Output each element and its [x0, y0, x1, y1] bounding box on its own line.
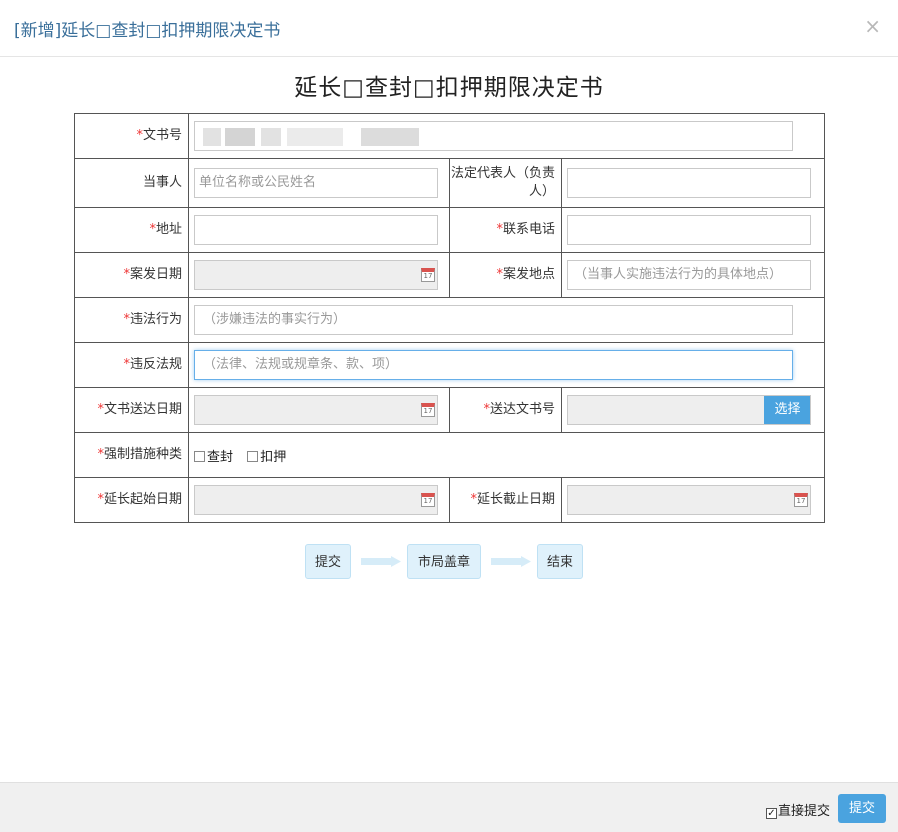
address-input[interactable] — [194, 215, 438, 245]
direct-submit-option[interactable]: ✓ 直接提交 — [765, 800, 830, 819]
modal-title: [新增]延长□查封□扣押期限决定书 — [14, 21, 281, 41]
measure-type-label: *强制措施种类 — [74, 432, 189, 478]
document-title: 延长□查封□扣押期限决定书 — [294, 75, 604, 101]
workflow-step-end: 结束 — [537, 544, 583, 579]
law-violated-input[interactable]: （法律、法规或规章条、款、项） — [194, 350, 793, 380]
seal-checkbox[interactable] — [194, 450, 205, 462]
doc-number-input[interactable] — [194, 121, 793, 151]
case-date-input[interactable]: 17 — [194, 260, 438, 290]
delivery-date-input[interactable]: 17 — [194, 395, 438, 425]
seize-checkbox[interactable] — [247, 450, 259, 462]
extend-start-input[interactable]: 17 — [194, 485, 438, 515]
modal-header: [新增]延长□查封□扣押期限决定书 × — [0, 0, 898, 57]
violation-label: *违法行为 — [74, 297, 189, 343]
extend-end-label: *延长截止日期 — [449, 477, 562, 523]
modal-footer: ✓ 直接提交 提交 — [0, 782, 898, 832]
party-label: 当事人 — [74, 158, 189, 208]
redacted-block — [287, 128, 343, 146]
flow-arrow-icon — [491, 556, 531, 567]
redacted-block — [361, 128, 419, 146]
violation-input[interactable]: （涉嫌违法的事实行为） — [194, 305, 793, 335]
calendar-icon[interactable]: 17 — [421, 493, 435, 507]
workflow-step-stamp: 市局盖章 — [407, 544, 481, 579]
phone-input[interactable] — [567, 215, 811, 245]
case-place-input[interactable]: （当事人实施违法行为的具体地点） — [567, 260, 811, 290]
legal-rep-input[interactable] — [567, 168, 811, 198]
party-input[interactable]: 单位名称或公民姓名 — [194, 168, 438, 198]
direct-submit-label: 直接提交 — [777, 804, 830, 819]
redacted-block — [203, 128, 221, 146]
close-icon[interactable]: × — [864, 14, 881, 38]
form-table: *文书号 当事人 单位名称或公民姓名 法定代表人（负责人） *地址 *联系电话 — [74, 113, 826, 523]
delivery-doc-no-input[interactable]: 选择 — [567, 395, 811, 425]
legal-rep-label: 法定代表人（负责人） — [449, 158, 562, 208]
extend-end-input[interactable]: 17 — [567, 485, 811, 515]
address-label: *地址 — [74, 207, 189, 253]
extend-start-label: *延长起始日期 — [74, 477, 189, 523]
direct-submit-checkbox[interactable]: ✓ — [765, 808, 777, 819]
submit-button[interactable]: 提交 — [838, 794, 886, 823]
phone-label: *联系电话 — [449, 207, 562, 253]
case-date-label: *案发日期 — [74, 252, 189, 298]
delivery-date-label: *文书送达日期 — [74, 387, 189, 433]
flow-arrow-icon — [361, 556, 401, 567]
case-place-label: *案发地点 — [449, 252, 562, 298]
calendar-icon[interactable]: 17 — [794, 493, 808, 507]
workflow-step-submit: 提交 — [305, 544, 351, 579]
seize-option-label: 扣押 — [260, 449, 287, 465]
choose-button[interactable]: 选择 — [764, 396, 810, 424]
delivery-doc-no-label: *送达文书号 — [449, 387, 562, 433]
redacted-block — [225, 128, 255, 146]
calendar-icon[interactable]: 17 — [421, 268, 435, 282]
doc-number-label: *文书号 — [74, 113, 189, 159]
calendar-icon[interactable]: 17 — [421, 403, 435, 417]
law-violated-label: *违反法规 — [74, 342, 189, 388]
seal-option-label: 查封 — [207, 449, 234, 465]
redacted-block — [261, 128, 281, 146]
